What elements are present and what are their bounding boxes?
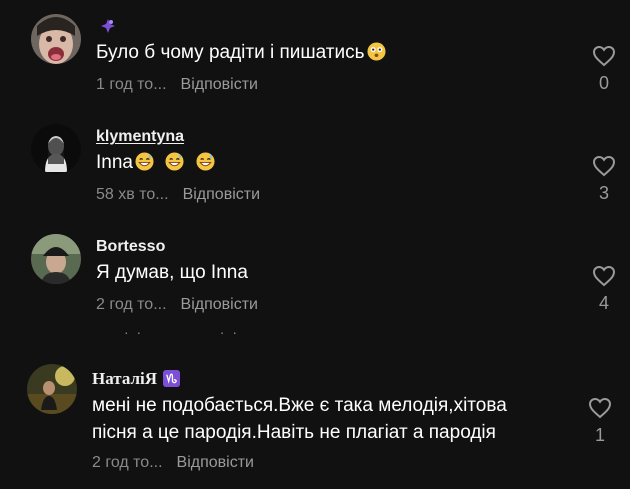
user-badge-icon [100,18,116,39]
comment-text: Було б чому радіти і пишатись [96,39,386,66]
reply-button[interactable]: Відповісти [181,296,258,313]
like-count: 0 [598,73,609,93]
comment-username-text: НаталіЯ [92,369,158,388]
like-button[interactable]: 4 [586,265,622,314]
comment-item: Bortesso Я думав, що Inna 2 год то... Від… [0,220,630,340]
reply-button[interactable]: Відповісти [177,454,254,471]
heart-icon [592,155,616,177]
comment-item: Було б чому радіти і пишатись 1 год то..… [0,0,630,110]
capricorn-sign-icon [163,370,181,387]
heart-icon [588,397,612,419]
comment-text: мені не подобається.Вже є така мелодія,х… [92,392,507,446]
reply-button[interactable]: Відповісти [183,186,260,203]
comment-timestamp: 2 год то... [96,296,167,313]
avatar[interactable] [31,234,81,284]
like-button[interactable]: 3 [586,155,622,204]
comment-item: НаталіЯ мені не подобається.Вже є така м… [0,352,630,489]
avatar[interactable] [27,364,77,414]
comment-timestamp: 2 год то... [92,454,163,471]
comment-meta: 1 год то... Відповісти [96,76,258,94]
grinning-sweat-icon [196,152,215,171]
grinning-sweat-icon [135,152,154,171]
comment-timestamp: 1 год то... [96,76,167,93]
reply-button[interactable]: Відповісти [181,76,258,93]
comment-username[interactable]: klymentyna [96,128,184,146]
like-button[interactable]: 1 [582,397,618,446]
heart-icon [592,45,616,67]
comment-item: klymentyna Inna 58 хв то... Відповісти 3 [0,110,630,220]
heart-icon [592,265,616,287]
avatar[interactable] [31,14,81,64]
comment-text-line: пісня а це пародія.Навіть не плагіат а п… [92,422,496,443]
comment-text-line: мені не подобається.Вже є така мелодія,х… [92,395,507,416]
comment-text-content: Було б чому радіти і пишатись [96,42,365,63]
face-with-open-mouth-icon [366,42,386,61]
like-count: 4 [598,293,609,313]
grinning-sweat-icon [165,152,184,171]
truncation-dots: · · · · [124,324,239,340]
comment-username[interactable]: НаталіЯ [92,369,181,389]
like-count: 3 [598,183,609,203]
comment-text: Я думав, що Inna [96,259,248,286]
comment-username[interactable]: Bortesso [96,238,165,256]
comment-meta: 2 год то... Відповісти [96,296,258,314]
comment-text-content: Inna [96,152,133,173]
comment-meta: 2 год то... Відповісти [92,454,254,472]
comment-timestamp: 58 хв то... [96,186,169,203]
avatar[interactable] [31,124,81,174]
like-count: 1 [594,425,605,445]
comment-meta: 58 хв то... Відповісти [96,186,260,204]
comment-text: Inna [96,149,215,176]
comment-text-content: Я думав, що Inna [96,262,248,283]
like-button[interactable]: 0 [586,45,622,94]
